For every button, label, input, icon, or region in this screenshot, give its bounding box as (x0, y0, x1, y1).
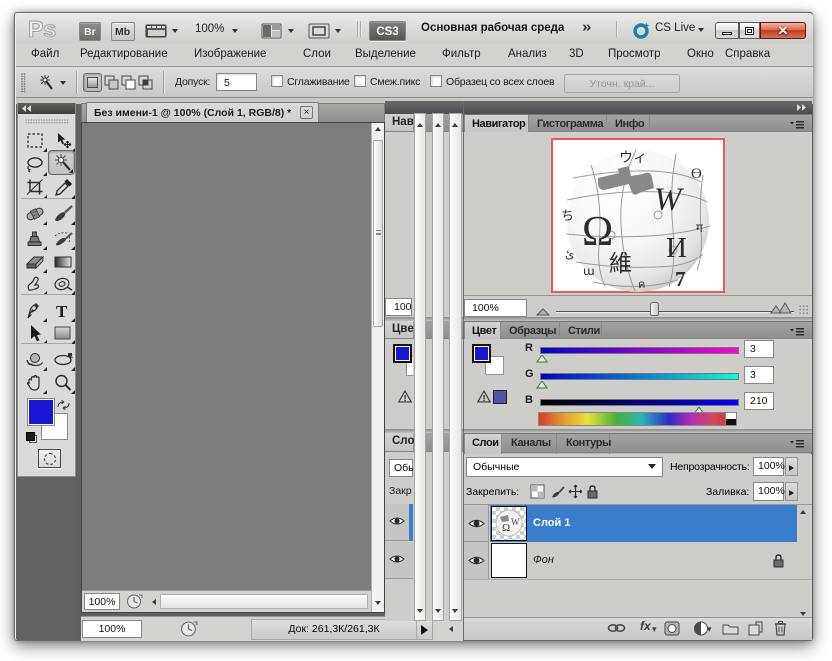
svg-text:ئ: ئ (565, 247, 574, 261)
svg-text:W: W (511, 517, 520, 527)
svg-text:ค: ค (638, 279, 645, 291)
svg-text:ち: ち (561, 208, 574, 223)
svg-text:W: W (654, 182, 684, 218)
svg-text:Ө: Ө (691, 166, 702, 182)
svg-text:維: 維 (609, 251, 632, 276)
svg-text:T: T (56, 302, 68, 321)
svg-text:7: 7 (675, 267, 686, 291)
svg-text:ウィ: ウィ (619, 150, 647, 166)
svg-text:ग: ग (696, 221, 703, 235)
svg-text:ա: ա (583, 264, 595, 278)
svg-text:И: И (666, 232, 687, 264)
svg-text:Ω: Ω (502, 522, 510, 534)
svg-text:Ω: Ω (582, 209, 613, 255)
